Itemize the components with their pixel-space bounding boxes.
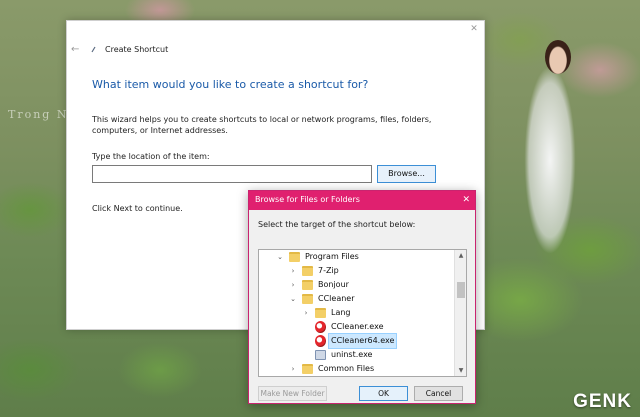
folder-icon [302, 280, 313, 290]
shortcut-app-icon [91, 46, 96, 53]
tree-item[interactable]: CCleaner.exe [259, 320, 454, 334]
cancel-button[interactable]: Cancel [414, 386, 463, 401]
tree-item[interactable]: › Common Files [259, 362, 454, 376]
scroll-thumb[interactable] [457, 282, 465, 298]
ccleaner-icon [315, 335, 326, 347]
browse-dialog-title: Browse for Files or Folders [255, 195, 360, 204]
genk-logo: GENK [573, 391, 632, 412]
tree-item-label: Common Files [318, 364, 375, 373]
tree-item[interactable]: › Lang [259, 306, 454, 320]
tree-item[interactable]: › Bonjour [259, 278, 454, 292]
chevron-right-icon[interactable]: › [289, 264, 297, 278]
tree-item[interactable]: › 7-Zip [259, 264, 454, 278]
browse-dialog: Browse for Files or Folders ✕ Select the… [248, 190, 476, 404]
chevron-down-icon[interactable]: ⌄ [276, 250, 284, 264]
tree-item[interactable]: ⌄ CCleaner [259, 292, 454, 306]
chevron-right-icon[interactable]: › [289, 278, 297, 292]
scroll-up-icon[interactable]: ▲ [455, 250, 466, 261]
wallpaper-watermark: Trong N [8, 108, 69, 121]
wallpaper-figure-head [545, 40, 571, 74]
chevron-right-icon[interactable]: › [289, 362, 297, 376]
folder-icon [302, 364, 313, 374]
tree-item-label: CCleaner [318, 294, 355, 303]
tree-toggle-spacer [302, 334, 310, 348]
browse-instruction: Select the target of the shortcut below: [258, 220, 416, 229]
tree-scrollbar[interactable]: ▲ ▼ [454, 250, 466, 376]
wallpaper-figure [515, 40, 585, 270]
tree-item-label: Program Files [305, 252, 359, 261]
close-icon[interactable]: ✕ [469, 24, 479, 34]
tree-item[interactable]: uninst.exe [259, 348, 454, 362]
tree-item-label: CCleaner.exe [331, 322, 384, 331]
wizard-description: This wizard helps you to create shortcut… [92, 115, 432, 135]
location-label: Type the location of the item: [92, 152, 210, 161]
browse-dialog-titlebar[interactable]: Browse for Files or Folders ✕ [249, 191, 475, 210]
tree-item-label: CCleaner64.exe [327, 333, 398, 349]
folder-icon [289, 252, 300, 262]
tree-item-label: Bonjour [318, 280, 349, 289]
make-new-folder-button[interactable]: Make New Folder [258, 386, 327, 401]
chevron-down-icon[interactable]: ⌄ [289, 292, 297, 306]
installer-icon [315, 350, 326, 360]
back-arrow-icon[interactable]: ← [71, 44, 79, 55]
folder-icon [302, 294, 313, 304]
tree-item[interactable]: ⌄ Program Files [259, 250, 454, 264]
close-icon[interactable]: ✕ [462, 194, 470, 206]
tree-toggle-spacer [302, 320, 310, 334]
ccleaner-icon [315, 321, 326, 333]
tree-item[interactable]: CCleaner64.exe [259, 333, 454, 349]
next-hint-text: Click Next to continue. [92, 204, 183, 213]
folder-icon [302, 266, 313, 276]
folder-icon [315, 308, 326, 318]
ok-button[interactable]: OK [359, 386, 408, 401]
tree-item-label: 7-Zip [318, 266, 339, 275]
browse-button[interactable]: Browse... [377, 165, 436, 183]
tree-item-label: Lang [331, 308, 351, 317]
tree-item-label: uninst.exe [331, 350, 373, 359]
tree-toggle-spacer [302, 348, 310, 362]
folder-tree[interactable]: ⌄ Program Files › 7-Zip › Bonjour ⌄ CCleaner › La… [258, 249, 467, 377]
chevron-right-icon[interactable]: › [302, 306, 310, 320]
scroll-down-icon[interactable]: ▼ [455, 365, 466, 376]
window-title: Create Shortcut [105, 45, 169, 54]
location-input[interactable] [92, 165, 372, 183]
page-heading: What item would you like to create a sho… [92, 78, 369, 91]
